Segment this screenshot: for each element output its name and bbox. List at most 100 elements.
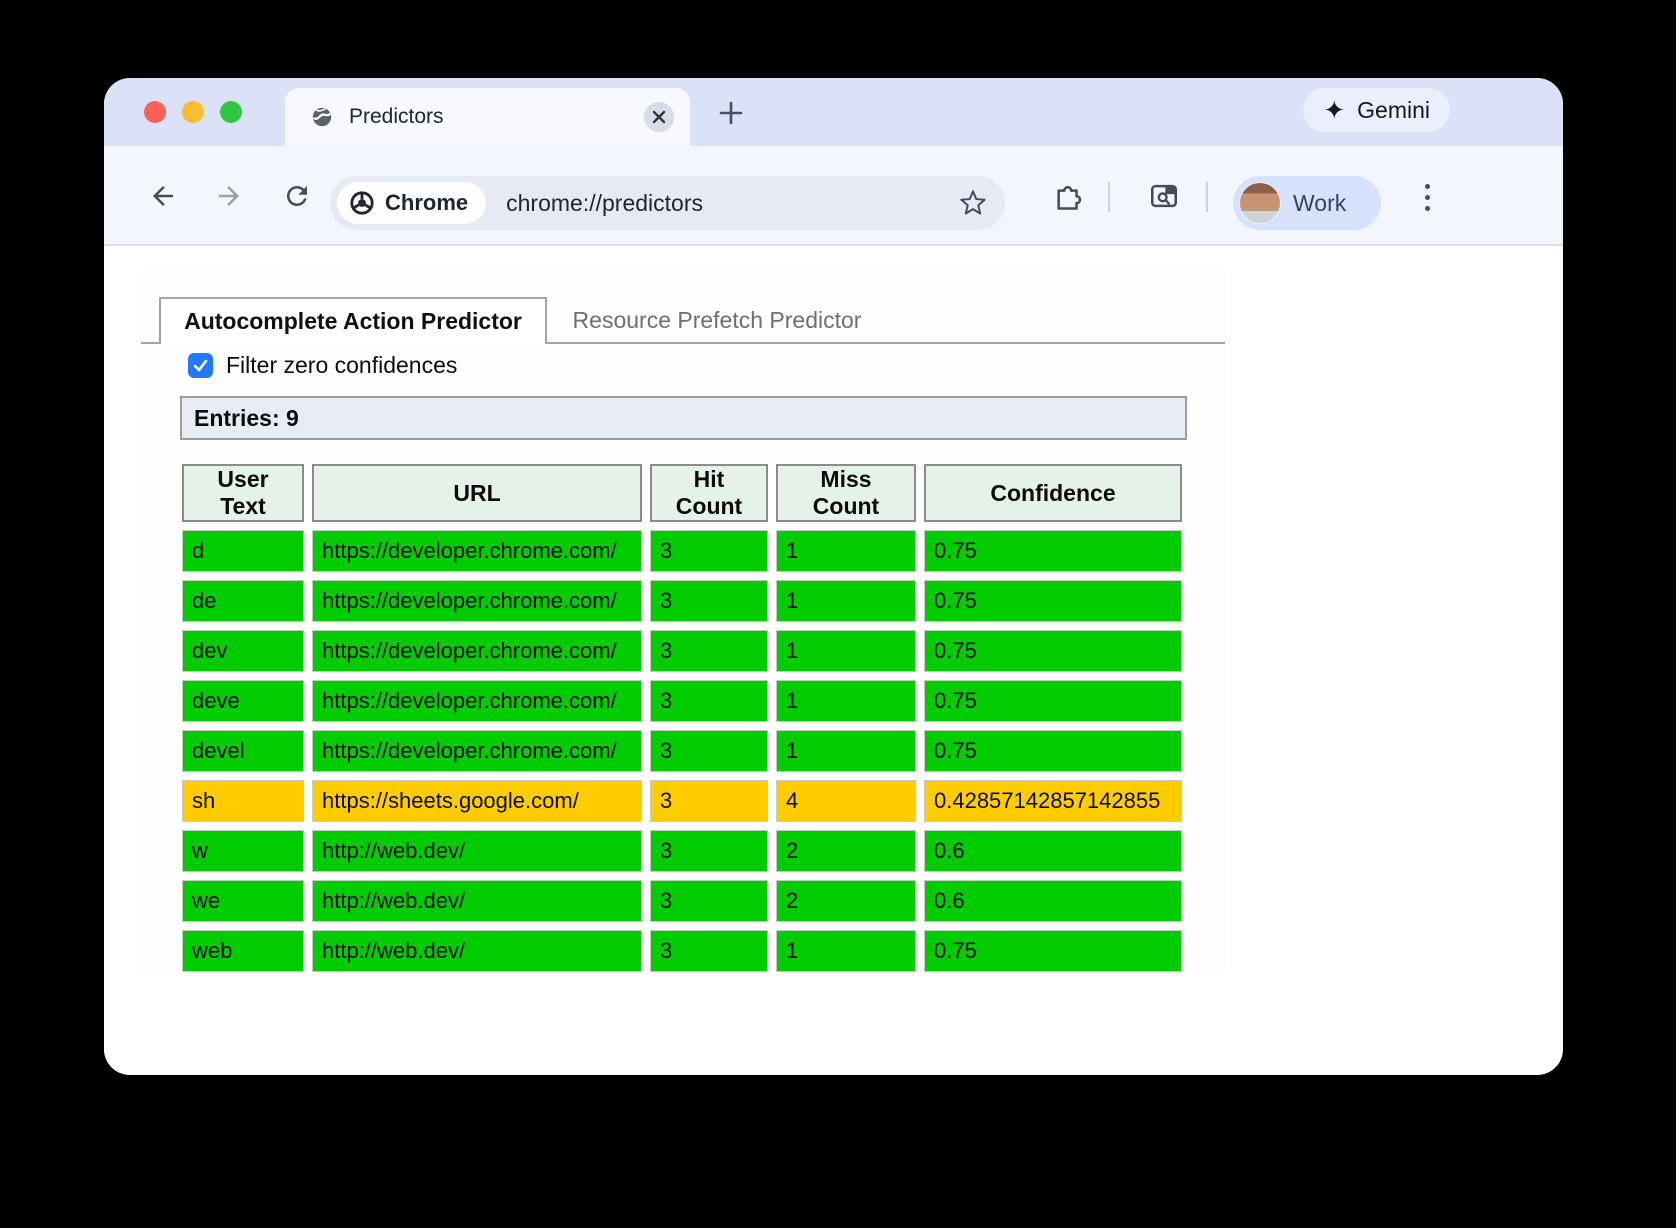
- cell-hit-count: 3: [650, 880, 768, 922]
- check-icon: [192, 357, 209, 374]
- cell-user-text: sh: [182, 780, 304, 822]
- cell-confidence: 0.75: [924, 530, 1182, 572]
- traffic-lights: [144, 101, 242, 123]
- reload-button[interactable]: [281, 180, 313, 212]
- table-row: wehttp://web.dev/320.6: [182, 880, 1182, 922]
- cell-url: http://web.dev/: [312, 880, 642, 922]
- cell-user-text: devel: [182, 730, 304, 772]
- forward-button[interactable]: [213, 180, 245, 212]
- table-row: shhttps://sheets.google.com/340.42857142…: [182, 780, 1182, 822]
- cell-miss-count: 2: [776, 880, 916, 922]
- cell-hit-count: 3: [650, 930, 768, 972]
- cell-user-text: dev: [182, 630, 304, 672]
- tab-autocomplete-action-predictor[interactable]: Autocomplete Action Predictor: [159, 297, 547, 344]
- toolbar-divider: [1206, 182, 1208, 212]
- page-viewport: Autocomplete Action Predictor Resource P…: [104, 246, 1563, 1073]
- reload-icon: [282, 181, 312, 211]
- cell-url: https://developer.chrome.com/: [312, 580, 642, 622]
- address-bar[interactable]: Chrome chrome://predictors: [330, 176, 1005, 230]
- filter-label: Filter zero confidences: [226, 352, 457, 379]
- cell-confidence: 0.75: [924, 580, 1182, 622]
- browser-toolbar: Chrome chrome://predictors: [104, 146, 1563, 246]
- cell-miss-count: 2: [776, 830, 916, 872]
- column-user-text: User Text: [182, 464, 304, 522]
- cell-url: https://developer.chrome.com/: [312, 630, 642, 672]
- arrow-forward-icon: [214, 181, 244, 211]
- cell-miss-count: 1: [776, 930, 916, 972]
- cell-confidence: 0.75: [924, 680, 1182, 722]
- table-row: webhttp://web.dev/310.75: [182, 930, 1182, 972]
- table-row: develhttps://developer.chrome.com/310.75: [182, 730, 1182, 772]
- globe-icon: [311, 106, 333, 128]
- table-row: dhttps://developer.chrome.com/310.75: [182, 530, 1182, 572]
- header-row: User Text URL Hit Count Miss Count Confi…: [182, 464, 1182, 522]
- arrow-back-icon: [148, 181, 178, 211]
- cell-user-text: we: [182, 880, 304, 922]
- site-chip-label: Chrome: [385, 190, 468, 216]
- gemini-sparkle-icon: ✦: [1323, 97, 1345, 123]
- profile-button[interactable]: Work: [1233, 176, 1381, 230]
- minimize-window-button[interactable]: [182, 101, 204, 123]
- cell-hit-count: 3: [650, 780, 768, 822]
- gemini-label: Gemini: [1357, 97, 1430, 124]
- new-tab-button[interactable]: [716, 98, 746, 128]
- close-window-button[interactable]: [144, 101, 166, 123]
- cell-confidence: 0.6: [924, 880, 1182, 922]
- table-row: devehttps://developer.chrome.com/310.75: [182, 680, 1182, 722]
- zoom-window-button[interactable]: [220, 101, 242, 123]
- plus-icon: [718, 100, 744, 126]
- cell-url: https://sheets.google.com/: [312, 780, 642, 822]
- puzzle-icon: [1052, 180, 1084, 212]
- cell-hit-count: 3: [650, 530, 768, 572]
- cell-hit-count: 3: [650, 730, 768, 772]
- kebab-icon: [1425, 184, 1430, 189]
- avatar: [1239, 182, 1281, 224]
- browser-window: Predictors ✦ Gemini: [104, 78, 1563, 1075]
- site-chip[interactable]: Chrome: [337, 182, 486, 224]
- browser-tab[interactable]: Predictors: [285, 88, 690, 146]
- predictor-table-body: dhttps://developer.chrome.com/310.75deht…: [182, 530, 1182, 972]
- cell-user-text: deve: [182, 680, 304, 722]
- cell-user-text: de: [182, 580, 304, 622]
- menu-button[interactable]: [1412, 178, 1442, 216]
- cell-miss-count: 1: [776, 630, 916, 672]
- filter-row: Filter zero confidences: [188, 352, 457, 379]
- tab-resource-prefetch-predictor[interactable]: Resource Prefetch Predictor: [547, 297, 887, 344]
- cell-miss-count: 1: [776, 580, 916, 622]
- gemini-button[interactable]: ✦ Gemini: [1303, 88, 1450, 132]
- cell-confidence: 0.75: [924, 630, 1182, 672]
- predictor-table-head: User Text URL Hit Count Miss Count Confi…: [182, 464, 1182, 522]
- side-panel-button[interactable]: [1148, 180, 1180, 212]
- cell-hit-count: 3: [650, 580, 768, 622]
- chrome-logo-icon: [349, 190, 375, 216]
- cell-user-text: web: [182, 930, 304, 972]
- column-url: URL: [312, 464, 642, 522]
- cell-url: https://developer.chrome.com/: [312, 680, 642, 722]
- cell-hit-count: 3: [650, 630, 768, 672]
- entries-header: Entries: 9: [180, 396, 1187, 440]
- cell-hit-count: 3: [650, 830, 768, 872]
- tab-title: Predictors: [349, 105, 644, 129]
- cell-url: http://web.dev/: [312, 830, 642, 872]
- cell-miss-count: 4: [776, 780, 916, 822]
- back-button[interactable]: [147, 180, 179, 212]
- cell-confidence: 0.42857142857142855: [924, 780, 1182, 822]
- profile-label: Work: [1293, 190, 1346, 217]
- side-panel-search-icon: [1148, 180, 1180, 212]
- url-text: chrome://predictors: [506, 190, 959, 217]
- tab-close-button[interactable]: [644, 102, 674, 132]
- column-confidence: Confidence: [924, 464, 1182, 522]
- cell-miss-count: 1: [776, 680, 916, 722]
- table-row: devhttps://developer.chrome.com/310.75: [182, 630, 1182, 672]
- extensions-button[interactable]: [1052, 180, 1084, 212]
- filter-zero-confidences-checkbox[interactable]: [188, 353, 213, 378]
- toolbar-divider: [1108, 182, 1110, 212]
- predictors-content: Autocomplete Action Predictor Resource P…: [141, 270, 1225, 973]
- close-icon: [652, 110, 666, 124]
- cell-confidence: 0.75: [924, 730, 1182, 772]
- predictor-table: User Text URL Hit Count Miss Count Confi…: [174, 456, 1190, 980]
- cell-url: https://developer.chrome.com/: [312, 530, 642, 572]
- cell-miss-count: 1: [776, 730, 916, 772]
- cell-miss-count: 1: [776, 530, 916, 572]
- bookmark-button[interactable]: [959, 189, 987, 217]
